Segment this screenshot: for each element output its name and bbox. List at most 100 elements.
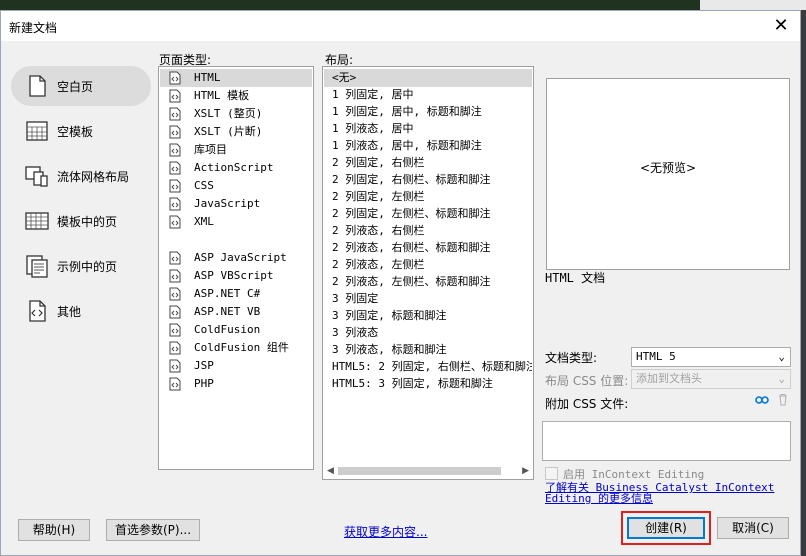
scroll-right-icon[interactable]: ▶ bbox=[522, 464, 529, 478]
layout-item[interactable]: 3 列固定, 标题和脚注 bbox=[324, 307, 532, 325]
page-type-label: CSS bbox=[194, 179, 214, 192]
cancel-button[interactable]: 取消(C) bbox=[717, 517, 789, 539]
get-more-content-link[interactable]: 获取更多内容... bbox=[344, 523, 427, 540]
layout-item[interactable]: 1 列固定, 居中 bbox=[324, 86, 532, 104]
layout-item[interactable]: HTML5: 3 列固定, 标题和脚注 bbox=[324, 375, 532, 393]
help-button[interactable]: 帮助(H) bbox=[18, 519, 90, 541]
page-type-item[interactable]: ASP.NET C# bbox=[160, 285, 312, 303]
layout-item[interactable]: 2 列固定, 左侧栏、标题和脚注 bbox=[324, 205, 532, 223]
layout-item[interactable]: 2 列固定, 左侧栏 bbox=[324, 188, 532, 206]
blank-page-icon bbox=[29, 75, 46, 97]
page-type-label: XML bbox=[194, 215, 214, 228]
layout-item[interactable]: 2 列液态, 右侧栏 bbox=[324, 222, 532, 240]
category-blank-page[interactable]: 空白页 bbox=[11, 66, 151, 106]
layout-item[interactable]: 2 列固定, 右侧栏 bbox=[324, 154, 532, 172]
page-type-item[interactable]: PHP bbox=[160, 375, 312, 393]
layout-item[interactable]: 3 列液态, 标题和脚注 bbox=[324, 341, 532, 359]
doctype-value: HTML 5 bbox=[636, 350, 676, 363]
attach-css-label: 附加 CSS 文件: bbox=[545, 397, 629, 411]
page-type-item[interactable]: ColdFusion 组件 bbox=[160, 339, 312, 357]
page-type-label: HTML bbox=[194, 71, 221, 84]
layout-item[interactable]: 2 列固定, 右侧栏、标题和脚注 bbox=[324, 171, 532, 189]
page-type-item[interactable]: JSP bbox=[160, 357, 312, 375]
layout-css-value: 添加到文档头 bbox=[636, 372, 702, 385]
page-type-item[interactable]: HTML 模板 bbox=[160, 87, 312, 105]
page-type-label: ASP VBScript bbox=[194, 269, 274, 282]
layout-item[interactable]: 1 列液态, 居中, 标题和脚注 bbox=[324, 137, 532, 155]
file-code-icon bbox=[169, 323, 181, 337]
file-code-icon bbox=[169, 125, 181, 139]
desktop-strip bbox=[700, 0, 806, 10]
category-blank-template[interactable]: 空模板 bbox=[11, 111, 151, 151]
attached-css-list[interactable] bbox=[542, 421, 791, 461]
layout-list[interactable]: HTML5: 3 列固定, 标题和脚注 HTML5: 2 列固定, 右侧栏、标题和… bbox=[322, 66, 534, 480]
doctype-select[interactable]: HTML 5 ⌄ bbox=[631, 347, 791, 367]
desktop-background bbox=[0, 0, 806, 10]
page-type-label: ASP.NET C# bbox=[194, 287, 261, 300]
scrollbar-thumb[interactable] bbox=[338, 467, 501, 475]
file-code-icon bbox=[169, 89, 181, 103]
layout-item[interactable]: HTML5: 2 列固定, 右侧栏、标题和脚注 bbox=[324, 358, 532, 376]
category-label: 示例中的页 bbox=[57, 260, 118, 274]
page-type-item[interactable]: JavaScript bbox=[160, 195, 312, 213]
file-code-icon bbox=[169, 305, 181, 319]
page-type-list[interactable]: HTML HTML 模板 XSLT (整页) XSLT (片断) 库项目 ActionSc… bbox=[158, 66, 314, 470]
file-code-icon bbox=[169, 107, 181, 121]
page-type-item[interactable]: ASP.NET VB bbox=[160, 303, 312, 321]
fluid-grid-icon bbox=[25, 166, 48, 187]
page-type-item[interactable]: ASP VBScript bbox=[160, 267, 312, 285]
layout-item[interactable]: 3 列固定 bbox=[324, 290, 532, 308]
close-icon[interactable]: ✕ bbox=[770, 15, 792, 37]
file-code-icon bbox=[169, 359, 181, 373]
layout-item[interactable]: <无> bbox=[324, 69, 532, 87]
file-code-icon bbox=[169, 287, 181, 301]
business-catalyst-link-line2[interactable]: Editing 的更多信息 bbox=[545, 490, 653, 506]
file-code-icon bbox=[169, 341, 181, 355]
layout-item[interactable]: 3 列液态 bbox=[324, 324, 532, 342]
page-type-item[interactable]: HTML bbox=[160, 69, 312, 87]
trash-icon[interactable] bbox=[777, 393, 789, 406]
category-template-page[interactable]: 模板中的页 bbox=[11, 201, 151, 241]
page-type-item[interactable]: ASP JavaScript bbox=[160, 249, 312, 267]
file-code-icon bbox=[169, 71, 181, 85]
page-type-item[interactable]: ActionScript bbox=[160, 159, 312, 177]
layout-item[interactable]: 2 列液态, 右侧栏、标题和脚注 bbox=[324, 239, 532, 257]
file-code-icon bbox=[169, 161, 181, 175]
layout-item[interactable]: 2 列液态, 左侧栏、标题和脚注 bbox=[324, 273, 532, 291]
file-code-icon bbox=[169, 215, 181, 229]
horizontal-scrollbar[interactable]: ◀ ▶ bbox=[324, 464, 532, 478]
category-sample-page[interactable]: 示例中的页 bbox=[11, 246, 151, 286]
category-label: 其他 bbox=[57, 305, 82, 319]
category-fluid-grid[interactable]: 流体网格布局 bbox=[11, 156, 151, 196]
category-other[interactable]: 其他 bbox=[11, 291, 151, 331]
file-code-icon bbox=[169, 197, 181, 211]
layout-css-select[interactable]: 添加到文档头 ⌄ bbox=[631, 369, 791, 389]
new-document-dialog: 新建文档 ✕ 空白页 空模板 流体网格布局 模板中的页 示例中的页 其他 页面类… bbox=[0, 10, 801, 556]
layout-css-label: 布局 CSS 位置: bbox=[545, 374, 629, 388]
page-type-label: ASP JavaScript bbox=[194, 251, 287, 264]
link-icon[interactable] bbox=[755, 395, 769, 405]
page-type-label: HTML 模板 bbox=[194, 89, 250, 102]
file-code-icon bbox=[169, 377, 181, 391]
chevron-down-icon: ⌄ bbox=[778, 350, 785, 363]
file-code-icon bbox=[169, 269, 181, 283]
page-type-label: ASP.NET VB bbox=[194, 305, 261, 318]
page-type-item[interactable]: XSLT (整页) bbox=[160, 105, 312, 123]
page-type-item[interactable]: ColdFusion bbox=[160, 321, 312, 339]
scroll-left-icon[interactable]: ◀ bbox=[327, 464, 334, 478]
file-code-icon bbox=[169, 143, 181, 157]
layout-item[interactable]: 1 列液态, 居中 bbox=[324, 120, 532, 138]
page-type-item[interactable]: XML bbox=[160, 213, 312, 231]
layout-item[interactable]: 1 列固定, 居中, 标题和脚注 bbox=[324, 103, 532, 121]
page-type-item[interactable]: CSS bbox=[160, 177, 312, 195]
page-type-label: JSP bbox=[194, 359, 214, 372]
preferences-button[interactable]: 首选参数(P)... bbox=[106, 519, 200, 541]
page-type-item[interactable]: 库项目 bbox=[160, 141, 312, 159]
blank-template-icon bbox=[26, 121, 48, 141]
title-bar: 新建文档 ✕ bbox=[1, 11, 800, 41]
layout-item[interactable]: 2 列液态, 左侧栏 bbox=[324, 256, 532, 274]
category-label: 模板中的页 bbox=[57, 215, 118, 229]
page-type-item[interactable]: XSLT (片断) bbox=[160, 123, 312, 141]
other-code-icon bbox=[29, 300, 46, 322]
preview-placeholder: <无预览> bbox=[639, 161, 697, 175]
